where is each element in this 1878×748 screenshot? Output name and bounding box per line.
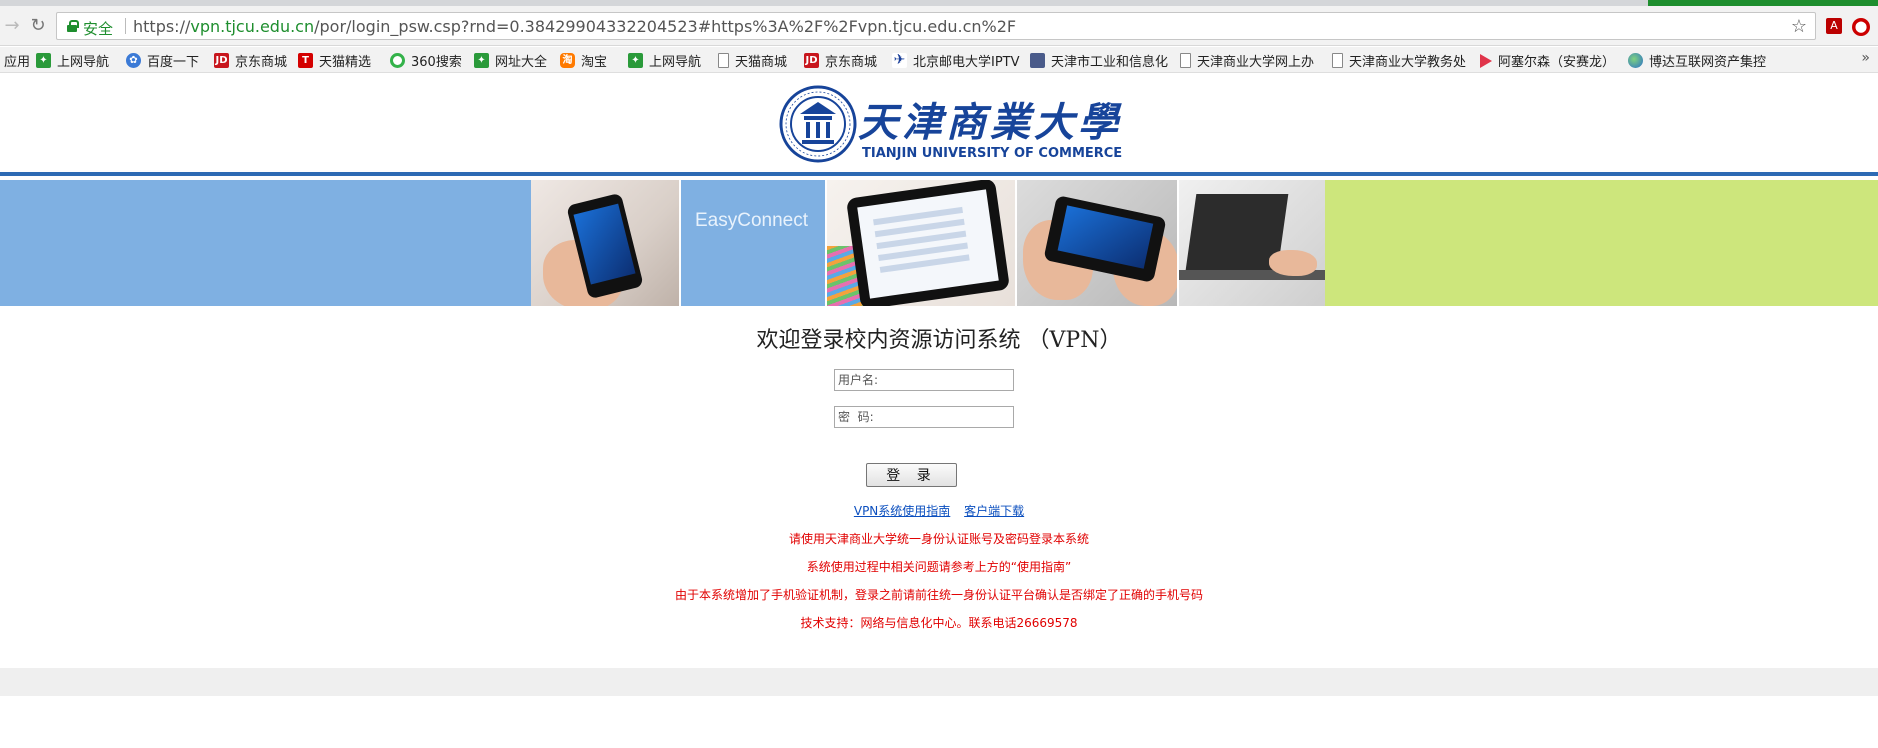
green-bookmark-icon: ✦ xyxy=(628,53,643,68)
bookmark-item[interactable]: 博达互联网资产集控 xyxy=(1628,51,1766,70)
url-host: vpn.tjcu.edu.cn xyxy=(190,17,315,36)
page-bookmark-icon xyxy=(1332,53,1343,68)
play-bookmark-icon xyxy=(1480,53,1492,68)
bookmark-item[interactable]: JD 京东商城 xyxy=(804,51,877,70)
url-scheme: https:// xyxy=(133,17,191,36)
bookmark-item[interactable]: ✈ 北京邮电大学IPTV xyxy=(892,51,1020,70)
welcome-title: 欢迎登录校内资源访问系统 （VPN） xyxy=(756,328,1122,353)
extension-icon[interactable]: ⬤ xyxy=(1852,18,1870,36)
bookmark-label: 天津市工业和信息化 xyxy=(1051,55,1169,70)
jd-bookmark-icon: JD xyxy=(804,53,819,68)
bookmark-label: 网址大全 xyxy=(495,55,548,70)
bookmark-label: 上网导航 xyxy=(57,55,110,70)
bookmark-item[interactable]: 应用 xyxy=(4,51,30,70)
banner-photo-smartphone xyxy=(531,180,681,306)
username-input[interactable] xyxy=(834,369,1014,391)
bookmark-label: 上网导航 xyxy=(649,55,702,70)
url-text[interactable]: https://vpn.tjcu.edu.cn/por/login_psw.cs… xyxy=(133,17,1016,36)
bookmark-label: 天津商业大学教务处 xyxy=(1349,55,1467,70)
bookmark-label: 百度一下 xyxy=(147,55,200,70)
secure-label: 安全 xyxy=(83,20,114,38)
bookmark-item[interactable]: 360搜索 xyxy=(390,51,462,70)
green-bookmark-icon: ✦ xyxy=(36,53,51,68)
browser-toolbar: → ↻ 安全 https://vpn.tjcu.edu.cn/por/login… xyxy=(0,6,1878,46)
address-divider xyxy=(125,18,126,34)
banner-photo-slider-phone xyxy=(1017,180,1179,306)
bookmark-item[interactable]: 天津市工业和信息化 xyxy=(1030,51,1168,70)
bookmark-label: 天津商业大学网上办 xyxy=(1197,55,1315,70)
university-seal-icon xyxy=(779,85,857,163)
vpn-guide-link[interactable]: VPN系统使用指南 xyxy=(854,504,950,518)
bookmark-item[interactable]: 天津商业大学教务处 xyxy=(1332,51,1466,70)
tb-bookmark-icon: 淘 xyxy=(560,53,575,68)
banner-photo-tablet xyxy=(827,180,1017,306)
bookmark-label: 博达互联网资产集控 xyxy=(1649,55,1767,70)
bookmark-star-icon[interactable]: ☆ xyxy=(1791,16,1807,37)
bookmark-item[interactable]: ✦ 上网导航 xyxy=(628,51,701,70)
jd-bookmark-icon: JD xyxy=(214,53,229,68)
q360-bookmark-icon xyxy=(390,53,405,68)
page-bookmark-icon xyxy=(718,53,729,68)
notice-account: 请使用天津商业大学统一身份认证账号及密码登录本系统 xyxy=(788,532,1089,546)
notice-tech-support: 技术支持：网络与信息化中心。联系电话26669578 xyxy=(800,616,1078,630)
bookmark-label: 淘宝 xyxy=(581,55,608,70)
help-links: VPN系统使用指南 客户端下载 xyxy=(0,502,1878,519)
bookmark-item[interactable]: ✦ 网址大全 xyxy=(474,51,547,70)
page-bookmark-icon xyxy=(1180,53,1191,68)
easyconnect-banner: EasyConnect xyxy=(0,180,1878,306)
bookmarks-overflow-icon[interactable]: » xyxy=(1861,50,1870,66)
bookmark-label: 阿塞尔森（安赛龙） xyxy=(1498,55,1616,70)
university-logo: 天津商業大學 TIANJIN UNIVERSITY OF COMMERCE xyxy=(778,84,1122,166)
banner-photo-laptop xyxy=(1179,180,1325,306)
green-bookmark-icon: ✦ xyxy=(474,53,489,68)
client-download-link[interactable]: 客户端下载 xyxy=(964,504,1024,518)
address-bar[interactable]: 安全 https://vpn.tjcu.edu.cn/por/login_psw… xyxy=(56,12,1816,40)
bookmark-item[interactable]: 淘淘宝 xyxy=(560,51,607,70)
bookmark-item[interactable]: T 天猫精选 xyxy=(298,51,371,70)
logo-chinese-name: 天津商業大學 xyxy=(858,99,1122,146)
bookmark-label: 京东商城 xyxy=(235,55,288,70)
notice-phone-verification: 由于本系统增加了手机验证机制，登录之前请前往统一身份认证平台确认是否绑定了正确的… xyxy=(674,588,1203,602)
notice-guide: 系统使用过程中相关问题请参考上方的“使用指南” xyxy=(806,560,1072,574)
bookmark-label: 天猫商城 xyxy=(735,55,788,70)
page-header: 天津商業大學 TIANJIN UNIVERSITY OF COMMERCE xyxy=(0,74,1878,176)
login-button[interactable]: 登 录 xyxy=(866,463,957,487)
gov-bookmark-icon xyxy=(1030,53,1045,68)
bookmark-item[interactable]: JD 京东商城 xyxy=(214,51,287,70)
bookmark-label: 北京邮电大学IPTV xyxy=(913,55,1020,70)
tm-bookmark-icon: T xyxy=(298,53,313,68)
lock-icon xyxy=(67,20,79,32)
bupt-bookmark-icon: ✈ xyxy=(892,52,907,68)
bookmark-item[interactable]: 天猫商城 xyxy=(718,51,787,70)
bookmark-label: 360搜索 xyxy=(411,55,462,70)
easyconnect-brand: EasyConnect xyxy=(695,210,809,231)
bookmark-item[interactable]: 阿塞尔森（安赛龙） xyxy=(1480,51,1615,70)
bookmark-label: 天猫精选 xyxy=(319,55,372,70)
bookmark-item[interactable]: ✦ 上网导航 xyxy=(36,51,109,70)
password-input[interactable] xyxy=(834,406,1014,428)
bookmark-item[interactable]: 天津商业大学网上办 xyxy=(1180,51,1314,70)
bookmark-item[interactable]: ✿ 百度一下 xyxy=(126,51,199,70)
logo-english-name: TIANJIN UNIVERSITY OF COMMERCE xyxy=(862,146,1123,161)
bookmarks-bar: » 应用 ✦ 上网导航 ✿ 百度一下 JD 京东商城 T 天猫精选 360搜索 ✦ 网址大全淘淘宝 ✦ 上… xyxy=(0,47,1878,73)
footer-band xyxy=(0,668,1878,696)
blue-bookmark-icon: ✿ xyxy=(126,53,141,68)
banner-photo-strip: EasyConnect xyxy=(531,180,1325,306)
banner-brand-panel: EasyConnect xyxy=(681,180,827,306)
banner-blue-band xyxy=(0,180,531,306)
bookmark-label: 京东商城 xyxy=(825,55,878,70)
reload-icon[interactable]: ↻ xyxy=(28,16,48,36)
forward-arrow-icon[interactable]: → xyxy=(2,16,22,36)
url-path: /por/login_psw.csp?rnd=0.384299043322045… xyxy=(314,17,1017,36)
pdf-extension-icon[interactable]: A xyxy=(1826,18,1842,34)
bookmark-label: 应用 xyxy=(4,55,31,70)
globe-bookmark-icon xyxy=(1628,53,1643,68)
